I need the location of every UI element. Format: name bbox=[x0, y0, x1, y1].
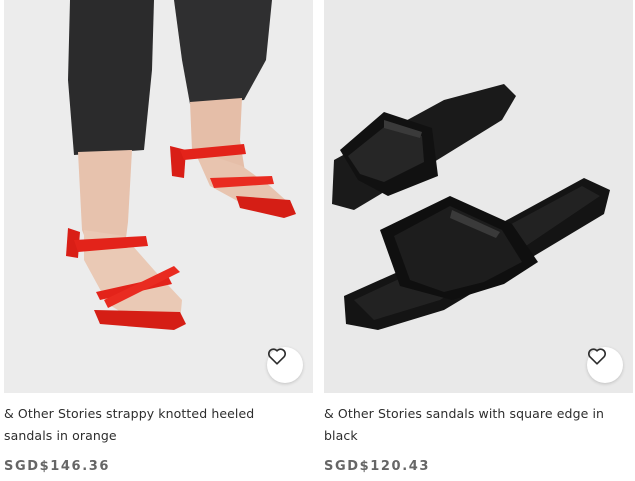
product-card[interactable]: & Other Stories sandals with square edge… bbox=[324, 0, 633, 474]
heart-icon bbox=[587, 348, 607, 365]
product-title[interactable]: & Other Stories strappy knotted heeled s… bbox=[4, 403, 313, 447]
product-card[interactable]: & Other Stories strappy knotted heeled s… bbox=[4, 0, 313, 474]
save-for-later-button[interactable] bbox=[587, 347, 623, 383]
heart-icon bbox=[267, 348, 287, 365]
product-image[interactable] bbox=[4, 0, 313, 393]
product-photo-red-sandals bbox=[66, 0, 296, 330]
product-price: SGD$146.36 bbox=[4, 459, 111, 474]
product-title[interactable]: & Other Stories sandals with square edge… bbox=[324, 403, 633, 447]
product-price: SGD$120.43 bbox=[324, 459, 431, 474]
product-image[interactable] bbox=[324, 0, 633, 393]
product-photo-black-sandals bbox=[332, 84, 610, 330]
save-for-later-button[interactable] bbox=[267, 347, 303, 383]
